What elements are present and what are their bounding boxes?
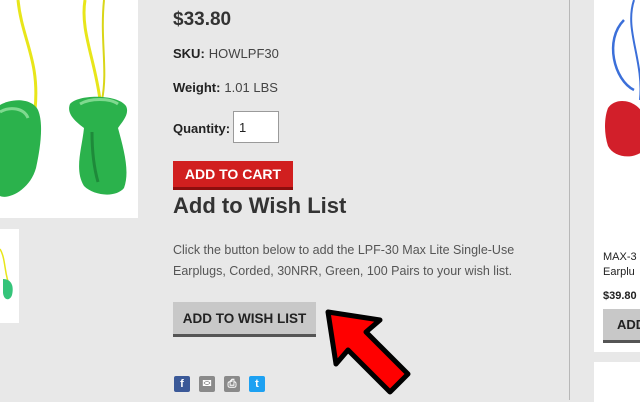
quantity-label: Quantity: (173, 121, 231, 136)
weight-row: Weight: 1.01 LBS (173, 80, 278, 95)
pointer-arrow-icon (325, 309, 411, 395)
related-product-card[interactable]: MAX-3 Earplu $39.80 ADD (594, 0, 640, 352)
product-thumbnail[interactable] (0, 229, 19, 323)
add-to-cart-button[interactable]: ADD TO CART (173, 161, 293, 190)
product-main-image[interactable] (0, 0, 138, 218)
wish-list-description: Click the button below to add the LPF-30… (173, 243, 515, 278)
related-product-card-2[interactable] (594, 362, 640, 402)
product-price: $33.80 (173, 9, 232, 30)
facebook-icon[interactable]: f (174, 376, 190, 392)
add-to-wish-list-button[interactable]: ADD TO WISH LIST (173, 302, 316, 337)
related-product-title[interactable]: MAX-3 Earplu (603, 250, 640, 280)
sku-value: HOWLPF30 (208, 46, 279, 61)
sku-label: SKU: (173, 46, 205, 61)
weight-label: Weight: (173, 80, 221, 95)
related-title-line1: MAX-3 (603, 251, 637, 263)
twitter-icon[interactable]: t (249, 376, 265, 392)
quantity-input[interactable] (233, 111, 279, 143)
related-title-line2: Earplu (603, 266, 635, 278)
wish-list-heading: Add to Wish List (173, 193, 347, 218)
earplug-thumb-illustration (0, 248, 13, 300)
related-product-price: $39.80 (603, 290, 637, 302)
email-icon[interactable]: ✉ (199, 376, 215, 392)
weight-value: 1.01 LBS (224, 80, 278, 95)
related-add-button[interactable]: ADD (603, 309, 640, 343)
earplugs-illustration (0, 0, 128, 197)
related-product-image (605, 0, 640, 157)
column-divider (569, 0, 570, 400)
sku-row: SKU: HOWLPF30 (173, 46, 279, 61)
print-icon[interactable]: ⎙ (224, 376, 240, 392)
